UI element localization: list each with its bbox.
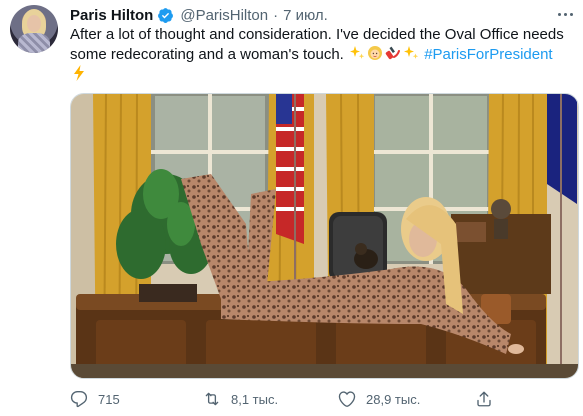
like-button[interactable]: 28,9 тыс. (338, 386, 420, 412)
author-handle[interactable]: @ParisHilton (180, 7, 268, 24)
retweet-icon (205, 392, 219, 406)
reply-button[interactable]: 715 (70, 386, 120, 412)
oval-office-photo (71, 94, 578, 378)
reply-count: 715 (98, 391, 120, 407)
tweet-actions: 715 8,1 тыс. 28,9 тыс. (70, 386, 500, 412)
avatar[interactable] (10, 5, 58, 53)
blonde-woman-icon (368, 46, 383, 60)
more-options-icon[interactable] (553, 2, 577, 26)
author-name[interactable]: Paris Hilton (70, 7, 153, 24)
heart-icon (338, 391, 356, 407)
share-icon (477, 391, 491, 407)
retweet-count: 8,1 тыс. (231, 391, 279, 407)
reply-icon (70, 390, 88, 408)
hashtag-link[interactable]: #ParisForPresident (424, 46, 552, 63)
tweet-header: Paris Hilton @ParisHilton · 7 июл. (70, 5, 328, 25)
separator-dot: · (273, 6, 279, 24)
tweet-date[interactable]: 7 июл. (283, 7, 328, 24)
nail-polish-icon (385, 46, 401, 60)
tweet-photo[interactable] (70, 93, 579, 379)
lightning-icon (74, 65, 84, 81)
tweet-card[interactable]: Paris Hilton @ParisHilton · 7 июл. After… (0, 0, 583, 416)
like-count: 28,9 тыс. (366, 391, 421, 407)
retweet-button[interactable]: 8,1 тыс. (203, 386, 278, 412)
sparkles-icon (350, 46, 365, 59)
verified-badge-icon (158, 7, 174, 23)
share-button[interactable] (475, 386, 493, 412)
sparkles-icon (404, 46, 419, 59)
tweet-text: After a lot of thought and consideration… (70, 25, 575, 85)
